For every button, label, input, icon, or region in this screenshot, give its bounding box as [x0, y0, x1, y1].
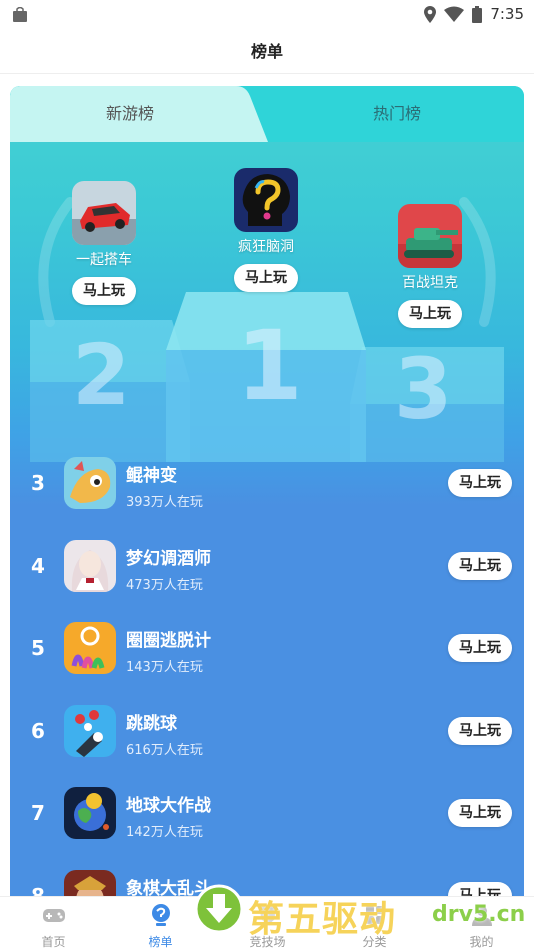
red-car-icon[interactable] [72, 181, 136, 245]
play-button[interactable]: 马上玩 [448, 634, 512, 662]
rank-number: 5 [31, 636, 45, 660]
list-item[interactable]: 3 鲲神变 393万人在玩 马上玩 [10, 441, 524, 524]
podium-number-3: 3 [394, 340, 453, 438]
ranking-list: 3 鲲神变 393万人在玩 马上玩 4 梦幻调酒师 473万人在玩 马上玩 5 … [10, 441, 524, 906]
play-button[interactable]: 马上玩 [234, 264, 298, 292]
list-item[interactable]: 5 圈圈逃脱计 143万人在玩 马上玩 [10, 606, 524, 689]
watermark-url: drv5.cn [432, 902, 526, 927]
game-name: 地球大作战 [126, 796, 211, 816]
ring-escape-icon [64, 622, 116, 674]
player-count: 616万人在玩 [126, 742, 203, 758]
podium-number-1: 1 [236, 310, 303, 422]
shopping-bag-icon [13, 7, 27, 22]
player-count: 143万人在玩 [126, 660, 203, 675]
player-count: 393万人在玩 [126, 495, 203, 510]
green-tank-icon[interactable] [398, 204, 462, 268]
jump-ball-icon [64, 704, 116, 757]
rank-number: 4 [31, 553, 45, 578]
nav-home[interactable]: 首页 [0, 897, 107, 949]
play-button[interactable]: 马上玩 [448, 799, 512, 827]
list-item[interactable]: 6 跳跳球 616万人在玩 马上玩 [10, 689, 524, 772]
clock-time: 7:35 [490, 5, 524, 23]
wifi-icon [444, 6, 465, 22]
list-item[interactable]: 7 地球大作战 142万人在玩 马上玩 [10, 771, 524, 854]
download-arrow-icon [194, 884, 244, 934]
gamepad-icon [42, 909, 65, 922]
list-item[interactable]: 4 梦幻调酒师 473万人在玩 马上玩 [10, 524, 524, 607]
location-icon [424, 5, 437, 23]
brain-question-icon[interactable] [234, 168, 298, 232]
play-button[interactable]: 马上玩 [448, 716, 512, 745]
page-title: 榜单 [250, 42, 283, 61]
ranking-tabs: 新游榜 热门榜 [10, 86, 524, 142]
rank-number: 6 [31, 718, 45, 743]
play-button[interactable]: 马上玩 [448, 551, 512, 580]
player-count: 473万人在玩 [126, 577, 203, 593]
podium-first: 疯狂脑洞 马上玩 [228, 168, 304, 292]
tab-hot-games[interactable]: 热门榜 [270, 86, 524, 142]
play-button[interactable]: 马上玩 [448, 469, 512, 497]
game-name: 一起搭车 [76, 252, 132, 268]
watermark-text: 第五驱动 [248, 899, 397, 940]
battery-icon [472, 5, 483, 23]
rank-number: 7 [31, 801, 45, 825]
podium-number-2: 2 [72, 326, 131, 424]
ranking-board: 新游榜 热门榜 2 1 3 一起搭车 马上玩 疯狂脑洞 马上玩 百战坦克 马上玩… [10, 86, 524, 906]
game-name: 圈圈逃脱计 [126, 631, 211, 651]
status-bar: 7:35 [0, 0, 534, 30]
game-name: 梦幻调酒师 [126, 548, 211, 569]
player-count: 142万人在玩 [126, 825, 203, 840]
game-name: 鲲神变 [126, 466, 177, 486]
earth-battle-icon [64, 787, 116, 839]
game-name: 疯狂脑洞 [238, 239, 294, 255]
game-name: 百战坦克 [402, 275, 458, 291]
fish-dragon-icon [64, 457, 116, 509]
play-button[interactable]: 马上玩 [72, 277, 136, 305]
watermark: 第五驱动 drv5.cn [194, 884, 526, 940]
title-bar: 榜单 [0, 30, 534, 74]
rank-number: 3 [31, 471, 45, 495]
nav-label: 首页 [41, 935, 66, 949]
tab-new-games[interactable]: 新游榜 [10, 86, 250, 142]
podium-third: 百战坦克 马上玩 [392, 204, 468, 328]
play-button[interactable]: 马上玩 [398, 300, 462, 328]
bartender-girl-icon [64, 539, 116, 592]
trophy-icon [151, 904, 170, 926]
podium-second: 一起搭车 马上玩 [66, 181, 142, 305]
game-name: 跳跳球 [126, 713, 177, 734]
